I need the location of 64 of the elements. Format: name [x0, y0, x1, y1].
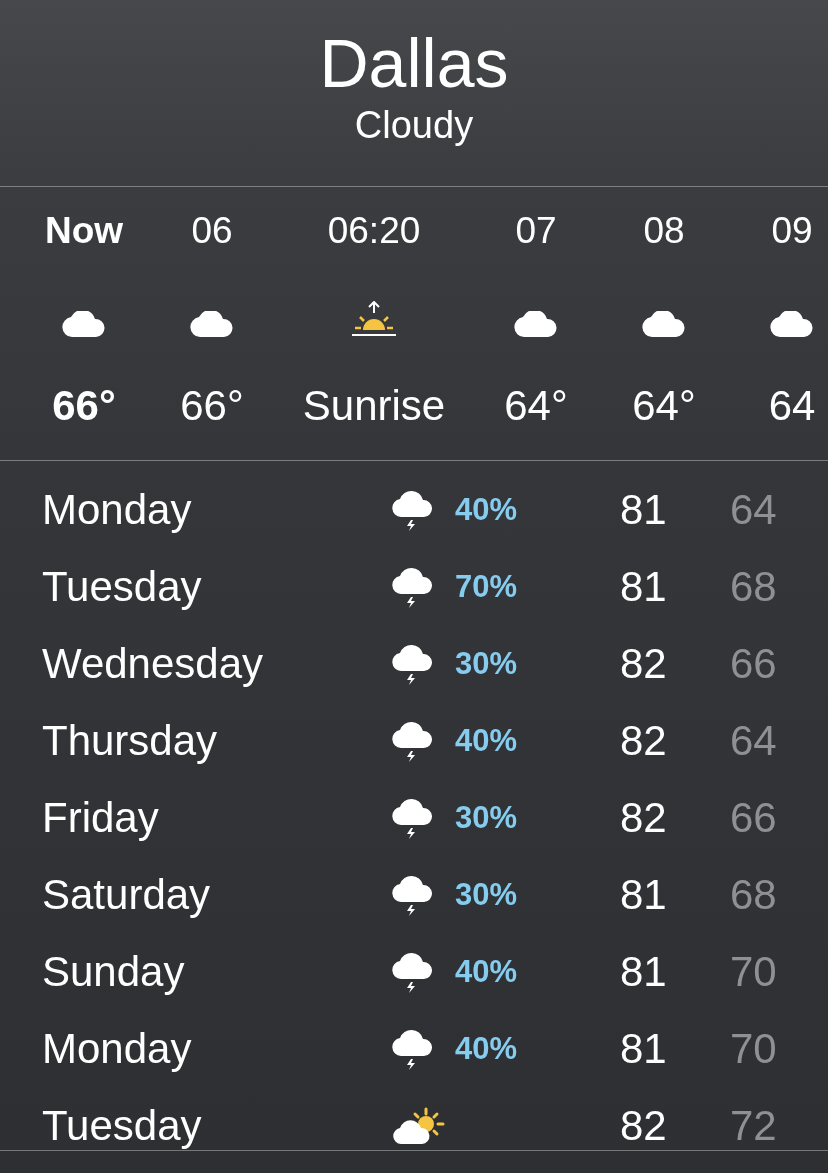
precipitation-chance: 40%	[455, 1030, 518, 1066]
hour-temperature: 64	[768, 381, 816, 431]
hour-label: 06	[191, 209, 233, 253]
low-temperature: 70	[730, 946, 777, 997]
precipitation-chance: 30%	[455, 799, 518, 835]
hour-label: 09	[771, 209, 813, 253]
cloud-icon	[642, 311, 686, 337]
high-temperature: 81	[620, 946, 667, 997]
cloud-icon	[190, 311, 234, 337]
high-temperature: 81	[620, 1023, 667, 1074]
high-temperature: 82	[620, 638, 667, 689]
cloud-icon	[514, 311, 558, 337]
storm-cloud-icon	[392, 488, 434, 531]
storm-cloud-icon	[392, 873, 434, 916]
cloud-icon	[62, 311, 106, 337]
low-temperature: 64	[730, 715, 777, 766]
sunrise-label: Sunrise	[302, 381, 446, 431]
low-temperature: 66	[730, 638, 777, 689]
high-temperature: 81	[620, 484, 667, 535]
day-name: Tuesday	[42, 1100, 202, 1151]
partly-sunny-icon	[392, 1106, 446, 1145]
hour-label: 07	[515, 209, 557, 253]
day-name: Sunday	[42, 946, 185, 997]
storm-cloud-icon	[392, 565, 434, 608]
hour-label: Now	[44, 209, 124, 253]
hour-label: 08	[643, 209, 685, 253]
day-name: Tuesday	[42, 561, 202, 612]
high-temperature: 82	[620, 792, 667, 843]
storm-cloud-icon	[392, 796, 434, 839]
storm-cloud-icon	[392, 719, 434, 762]
hour-temperature: 66°	[180, 381, 244, 431]
high-temperature: 82	[620, 1100, 667, 1151]
low-temperature: 72	[730, 1100, 777, 1151]
low-temperature: 66	[730, 792, 777, 843]
precipitation-chance: 70%	[455, 568, 518, 604]
day-name: Friday	[42, 792, 159, 843]
precipitation-chance: 40%	[455, 491, 518, 527]
weather-condition: Cloudy	[354, 103, 474, 148]
precipitation-chance: 30%	[455, 645, 518, 681]
low-temperature: 68	[730, 869, 777, 920]
storm-cloud-icon	[392, 950, 434, 993]
hour-temperature: 66°	[52, 381, 116, 431]
low-temperature: 64	[730, 484, 777, 535]
day-name: Monday	[42, 1023, 192, 1074]
hour-temperature: 64°	[632, 381, 696, 431]
cloud-icon	[770, 311, 814, 337]
day-name: Wednesday	[42, 638, 264, 689]
storm-cloud-icon	[392, 642, 434, 685]
sunrise-icon	[351, 301, 397, 337]
low-temperature: 70	[730, 1023, 777, 1074]
day-name: Saturday	[42, 869, 211, 920]
hour-temperature: 64°	[504, 381, 568, 431]
precipitation-chance: 30%	[455, 876, 518, 912]
city-name: Dallas	[319, 26, 509, 100]
precipitation-chance: 40%	[455, 722, 518, 758]
high-temperature: 82	[620, 715, 667, 766]
low-temperature: 68	[730, 561, 777, 612]
day-name: Thursday	[42, 715, 218, 766]
precipitation-chance: 40%	[455, 953, 518, 989]
storm-cloud-icon	[392, 1027, 434, 1070]
high-temperature: 81	[620, 869, 667, 920]
high-temperature: 81	[620, 561, 667, 612]
hour-label: 06:20	[327, 209, 421, 253]
day-name: Monday	[42, 484, 192, 535]
